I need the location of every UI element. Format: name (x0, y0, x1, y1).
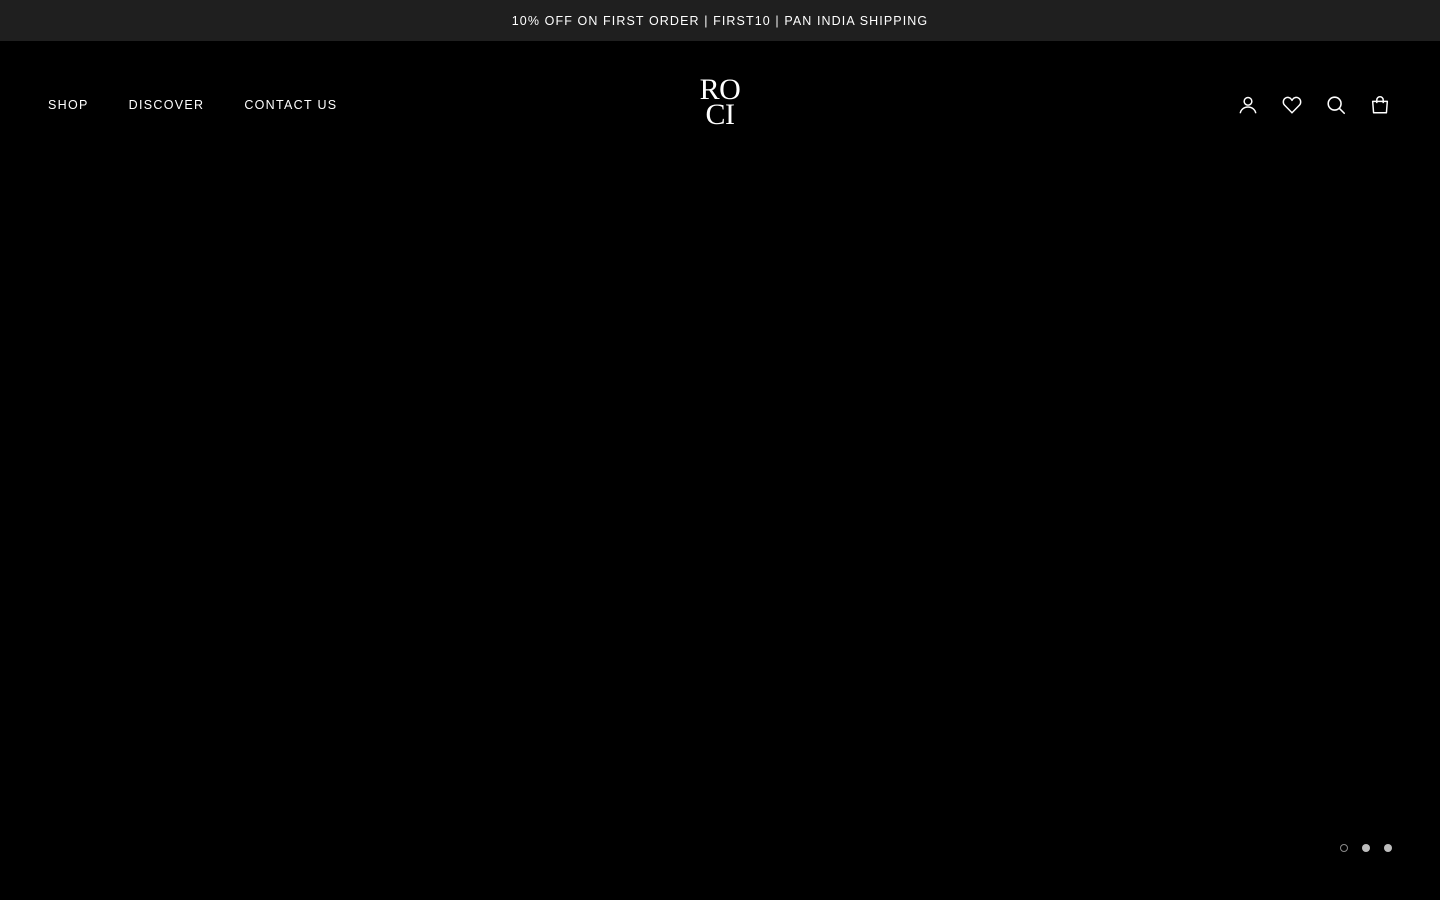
nav-item-discover[interactable]: DISCOVER (129, 98, 205, 112)
search-icon[interactable] (1324, 93, 1348, 117)
slideshow-pagination (1340, 844, 1392, 852)
hero-slideshow (0, 169, 1440, 900)
slide-dot-2[interactable] (1362, 844, 1370, 852)
header-icons (1236, 93, 1392, 117)
site-header: SHOP DISCOVER CONTACT US RO CI (0, 41, 1440, 169)
nav-item-contact-us[interactable]: CONTACT US (244, 98, 337, 112)
main-nav: SHOP DISCOVER CONTACT US (48, 98, 337, 112)
wishlist-heart-icon[interactable] (1280, 93, 1304, 117)
slide-dot-1[interactable] (1340, 844, 1348, 852)
logo-line-2: CI (705, 98, 736, 131)
announcement-bar: 10% OFF ON FIRST ORDER | FIRST10 | PAN I… (0, 0, 1440, 41)
announcement-text: 10% OFF ON FIRST ORDER | FIRST10 | PAN I… (511, 13, 929, 28)
account-icon[interactable] (1236, 93, 1260, 117)
cart-bag-icon[interactable] (1368, 93, 1392, 117)
slide-dot-3[interactable] (1384, 844, 1392, 852)
nav-item-shop[interactable]: SHOP (48, 98, 89, 112)
site-logo[interactable]: RO CI (690, 75, 750, 131)
